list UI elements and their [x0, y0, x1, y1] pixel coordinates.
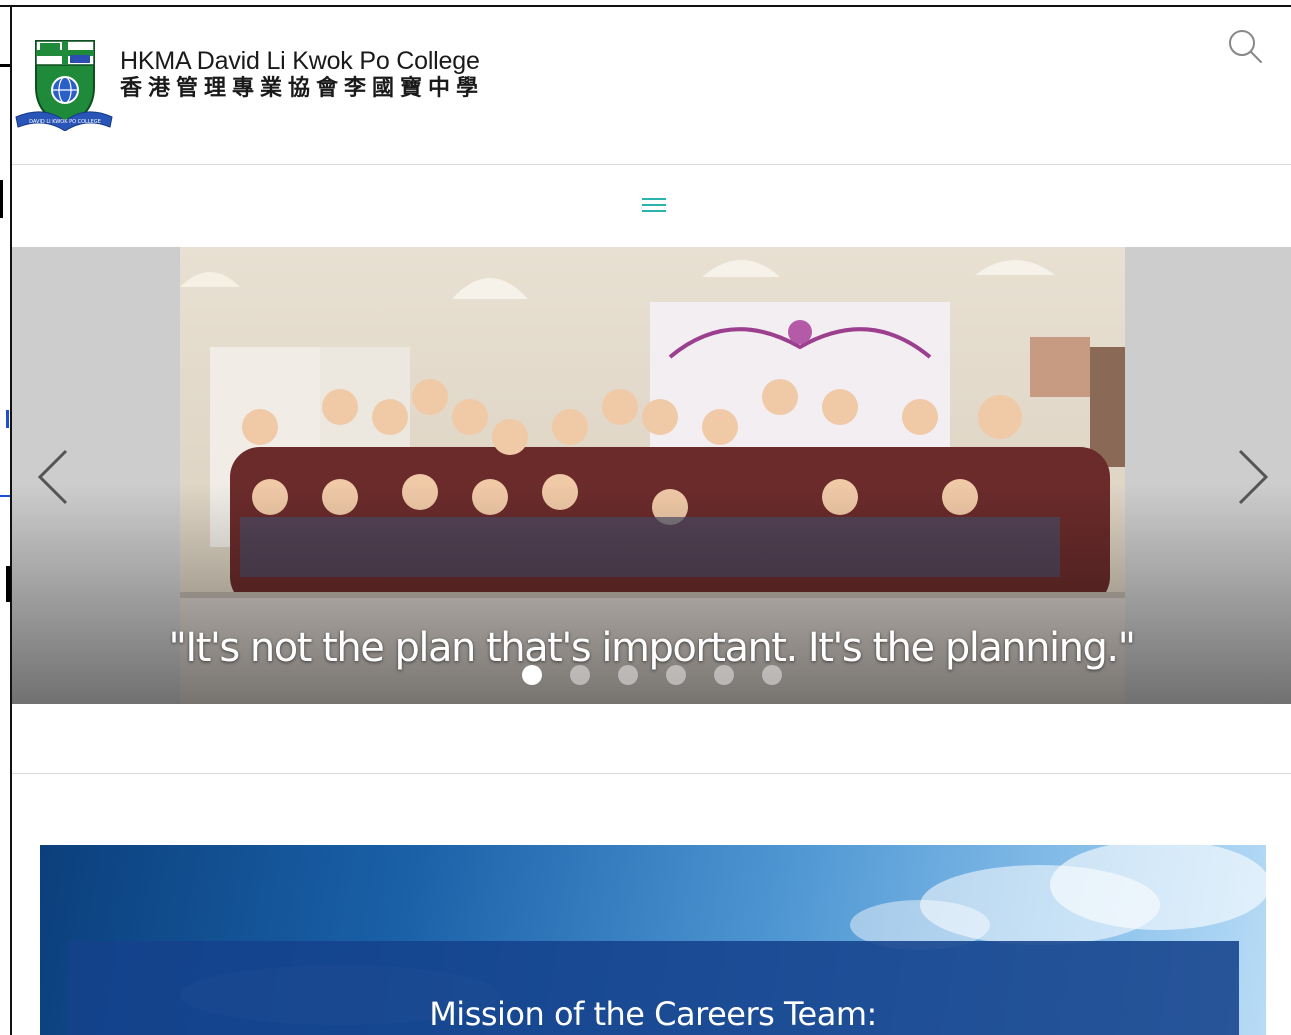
school-name[interactable]: HKMA David Li Kwok Po College 香港管理專業協會李國… [120, 49, 484, 100]
mission-banner: Mission of the Careers Team: [40, 845, 1266, 1035]
hero-slider: "It's not the plan that's important. It'… [12, 247, 1291, 704]
chevron-right-icon[interactable] [1232, 447, 1272, 507]
edge-artifact [6, 566, 11, 602]
menu-bar [642, 210, 666, 212]
slider-dot-6[interactable] [762, 665, 782, 685]
slider-pagination [522, 665, 782, 685]
slider-dot-1[interactable] [522, 665, 542, 685]
edge-artifact [0, 495, 10, 497]
site-header: DAVID LI KWOK PO COLLEGE HKMA David Li K… [12, 7, 1291, 165]
menu-bar [642, 198, 666, 200]
mission-title: Mission of the Careers Team: [429, 995, 877, 1033]
search-icon[interactable] [1225, 27, 1265, 67]
slider-dot-3[interactable] [618, 665, 638, 685]
edge-artifact [0, 180, 3, 218]
section-divider [12, 773, 1291, 774]
school-name-chinese: 香港管理專業協會李國寶中學 [120, 76, 485, 101]
slider-dot-5[interactable] [714, 665, 734, 685]
edge-artifact [6, 410, 9, 428]
chevron-left-icon[interactable] [34, 447, 74, 507]
hamburger-menu-icon[interactable] [642, 198, 666, 218]
school-name-english: HKMA David Li Kwok Po College [120, 47, 480, 75]
edge-artifact [0, 64, 10, 67]
slider-dot-4[interactable] [666, 665, 686, 685]
logo-ribbon-text: DAVID LI KWOK PO COLLEGE [29, 119, 101, 125]
menu-bar [642, 204, 666, 206]
school-logo[interactable]: DAVID LI KWOK PO COLLEGE [14, 35, 114, 132]
slider-dot-2[interactable] [570, 665, 590, 685]
